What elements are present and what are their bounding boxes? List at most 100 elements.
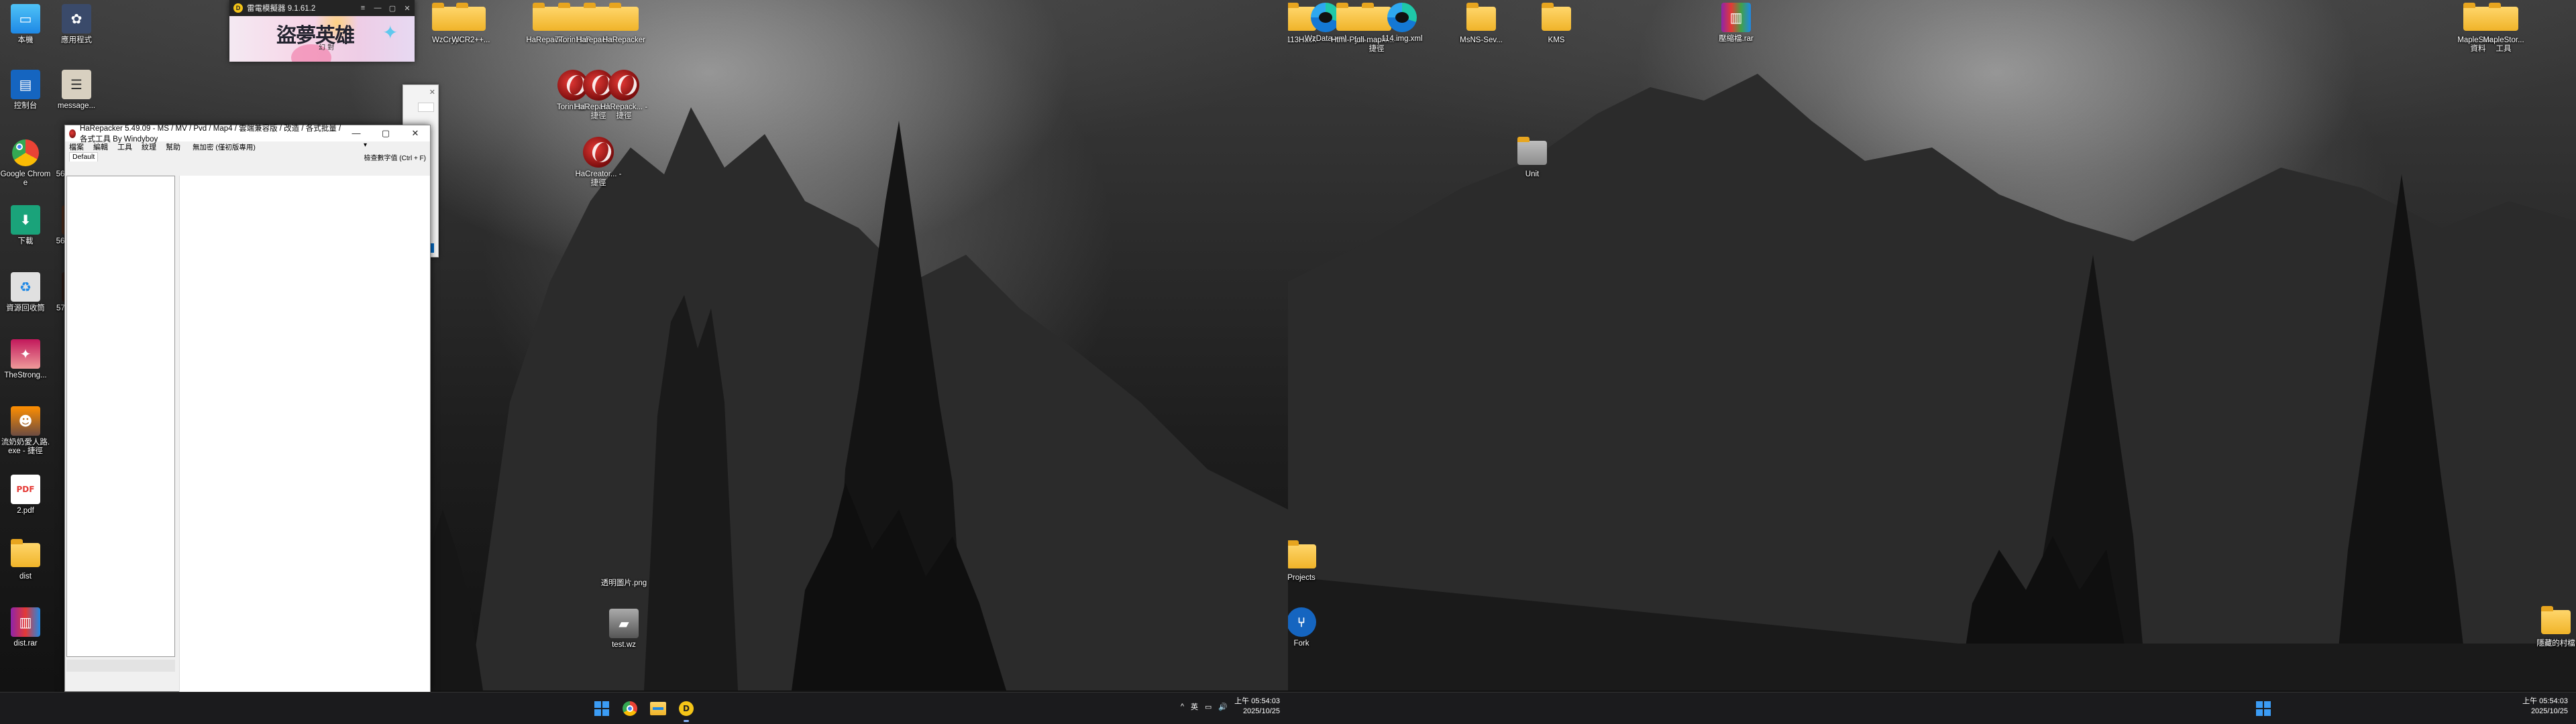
icon-label: dist.rar	[13, 640, 38, 648]
desktop-icon-control-panel[interactable]: ▤ 控制台	[0, 70, 51, 111]
menu-icon[interactable]: ≡	[356, 4, 370, 13]
wz-file-icon: ▰	[609, 609, 639, 638]
status-strip	[66, 660, 175, 672]
icon-label: Projects	[1288, 574, 1316, 582]
ldplayer-game-banner[interactable]: 盜夢英雄 幻 對 ✦	[229, 16, 415, 62]
harepacker-icon	[608, 70, 639, 101]
desktop-icon-chrome[interactable]: Google Chrome	[0, 138, 51, 188]
system-tray: 上午 05:54:03 2025/10/25	[2522, 697, 2568, 717]
desktop-icon-hidden-village[interactable]: 隱藏的村檔	[2530, 606, 2576, 648]
desktop-icon-transparent-png[interactable]: 透明圖片.png	[598, 547, 649, 588]
icon-label: WCR2++...	[451, 36, 490, 44]
desktop-icon-this-pc[interactable]: ▭ 本機	[0, 4, 51, 45]
icon-label: HaRepack... - 捷徑	[600, 103, 648, 120]
mountain-wallpaper-art	[1288, 74, 2576, 690]
folder-icon	[1542, 3, 1571, 31]
search-hint[interactable]: 檢查數字值 (Ctrl + F)	[364, 152, 427, 162]
desktop-icon-thestrong[interactable]: ✦ TheStrong...	[0, 339, 51, 380]
icon-label: TheStrong...	[4, 371, 47, 379]
desktop-icon-harepack-shortcut-2[interactable]: HaRepack... - 捷徑	[598, 70, 649, 121]
harepacker-titlebar[interactable]: HaRepacker 5.49.09 - MS / MV / Pvd / Map…	[65, 125, 430, 143]
control-panel-icon: ▤	[11, 70, 40, 99]
desktop-icon-harepacker-folder-3[interactable]: HaRepacker	[598, 3, 649, 45]
desktop-icon-downloads[interactable]: ⬇ 下載	[0, 205, 51, 246]
minimize-button[interactable]: —	[370, 4, 385, 13]
network-icon[interactable]: ▭	[1205, 703, 1212, 711]
close-button[interactable]: ✕	[400, 128, 430, 139]
tab-default[interactable]: Default	[69, 152, 99, 162]
volume-icon[interactable]: 🔊	[1218, 703, 1228, 711]
menu-help[interactable]: 幫助	[166, 141, 180, 152]
chevron-up-icon[interactable]: ^	[1181, 703, 1184, 711]
download-icon: ⬇	[11, 205, 40, 235]
desktop-icon-kms[interactable]: KMS	[1531, 3, 1582, 45]
folder-icon	[11, 539, 40, 567]
ldplayer-logo-icon: D	[233, 3, 243, 13]
desktop-icon-recycle-bin[interactable]: ♻ 資源回收筒	[0, 272, 51, 313]
start-button[interactable]	[592, 699, 611, 718]
edge-icon	[1387, 3, 1417, 32]
desktop-icon-msns-sev[interactable]: MsNS-Sev...	[1456, 3, 1507, 45]
input-method-indicator[interactable]: 英	[1191, 701, 1198, 712]
ldplayer-window[interactable]: D 雷電模擬器 9.1.61.2 ≡ — ▢ ✕ 盜夢英雄 幻 對 ✦	[229, 0, 415, 62]
desktop-icon-test-wz[interactable]: ▰ test.wz	[598, 609, 649, 650]
ldplayer-titlebar[interactable]: D 雷電模擬器 9.1.61.2 ≡ — ▢ ✕	[229, 0, 415, 16]
property-view[interactable]	[179, 176, 430, 692]
desktop-icon-apps[interactable]: ✿ 應用程式	[51, 4, 102, 45]
fork-app-icon: ⑂	[1288, 607, 1316, 637]
wz-tree-view[interactable]	[66, 176, 175, 657]
close-button[interactable]: ✕	[400, 4, 415, 13]
desktop-icon-maplestory-tools[interactable]: MapleStor... 工具	[2478, 3, 2529, 54]
icon-label: 114.img.xml	[1381, 35, 1423, 43]
dialog-field[interactable]	[418, 103, 434, 112]
menu-tools[interactable]: 工具	[117, 141, 132, 152]
maximize-button[interactable]: ▢	[385, 4, 400, 13]
icon-label: 流奶奶愛人路.exe - 捷徑	[1, 438, 50, 455]
clock[interactable]: 上午 05:54:03 2025/10/25	[2522, 697, 2568, 717]
taskbar-ldplayer[interactable]: D	[677, 699, 696, 722]
taskbar-left: D ^ 英 ▭ 🔊 上午 05:54:03 2025/10/25	[0, 692, 1288, 724]
taskbar-right: 上午 05:54:03 2025/10/25	[1288, 692, 2576, 724]
folder-icon	[1466, 3, 1496, 31]
folder-icon	[609, 3, 639, 31]
clock-date: 2025/10/25	[2530, 707, 2568, 715]
rar-archive-icon: ▥	[1721, 3, 1751, 32]
menu-file[interactable]: 檔案	[69, 141, 84, 152]
harepacker-window[interactable]: HaRepacker 5.49.09 - MS / MV / Pvd / Map…	[64, 125, 431, 692]
encryption-select[interactable]: 無加密 (僅初版專用)	[193, 141, 367, 152]
taskbar-file-explorer[interactable]	[649, 699, 667, 718]
icon-label: 壓縮檔.rar	[1719, 35, 1754, 43]
icon-label: 資源回收筒	[6, 304, 45, 312]
pdf-file-icon: PDF	[11, 475, 40, 504]
ldplayer-icon: D	[679, 701, 694, 716]
icon-label: Google Chrome	[0, 170, 51, 187]
clock-date: 2025/10/25	[1242, 707, 1280, 715]
icon-label: Unit	[1525, 170, 1540, 178]
taskbar-chrome[interactable]	[621, 699, 639, 718]
desktop-icon-fork[interactable]: ⑂ Fork	[1288, 607, 1327, 648]
menu-edit[interactable]: 編輯	[93, 141, 108, 152]
desktop-icon-unit[interactable]: Unit	[1507, 137, 1558, 179]
icon-label: 2.pdf	[17, 507, 34, 515]
desktop-icon-rar-archive[interactable]: ▥ 壓縮檔.rar	[1711, 3, 1762, 44]
desktop-icon-pdf[interactable]: PDF 2.pdf	[0, 475, 51, 516]
start-button[interactable]	[2254, 699, 2273, 718]
icon-label: KMS	[1548, 36, 1565, 44]
computer-icon: ▭	[11, 4, 40, 34]
clock-time: 上午 05:54:03	[2522, 697, 2568, 705]
desktop-icon-projects[interactable]: Projects	[1288, 540, 1327, 583]
menu-texture[interactable]: 紋理	[142, 141, 156, 152]
harepacker-app-icon	[69, 129, 76, 138]
close-icon[interactable]: ✕	[429, 88, 435, 97]
clock[interactable]: 上午 05:54:03 2025/10/25	[1234, 697, 1280, 717]
desktop-icon-game-shortcut[interactable]: ☻ 流奶奶愛人路.exe - 捷徑	[0, 406, 51, 456]
maximize-button[interactable]: ▢	[371, 128, 400, 139]
desktop-icon-message[interactable]: ☰ message...	[51, 70, 102, 111]
desktop-icon-dist[interactable]: dist	[0, 539, 51, 581]
minimize-button[interactable]: —	[341, 128, 371, 139]
icon-label: 透明圖片.png	[600, 579, 647, 587]
desktop-icon-wcr2[interactable]: WCR2++...	[445, 3, 496, 45]
desktop-icon-114-img-xml[interactable]: 114.img.xml	[1377, 3, 1428, 44]
desktop-icon-dist-rar[interactable]: ▥ dist.rar	[0, 607, 51, 648]
desktop-icon-hacreator-shortcut[interactable]: HaCreator... - 捷徑	[573, 137, 624, 188]
